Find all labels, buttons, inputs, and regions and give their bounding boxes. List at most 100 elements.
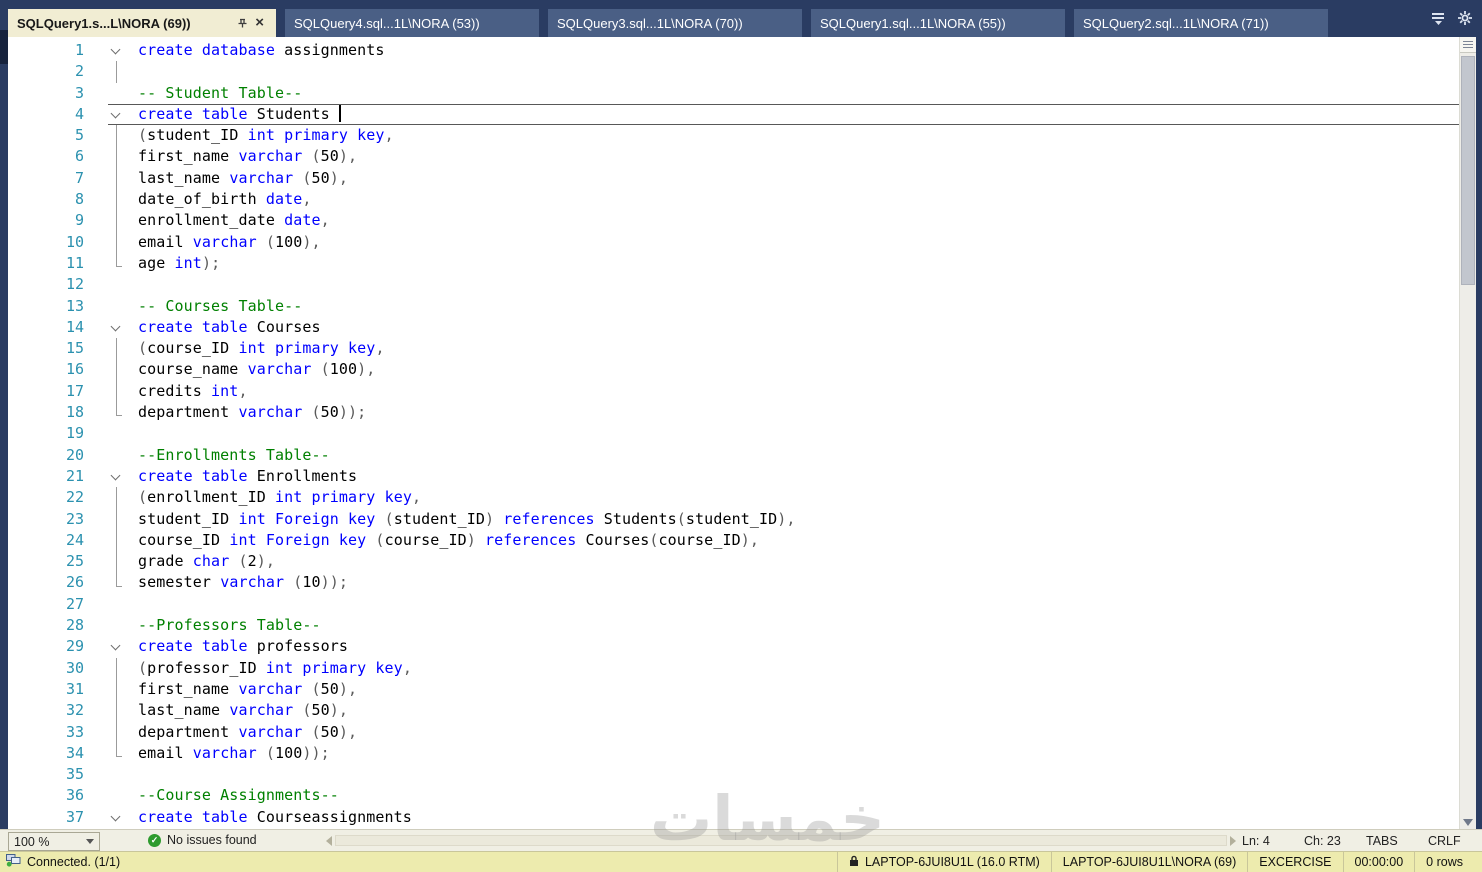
line-number[interactable]: 35: [8, 764, 84, 785]
line-number[interactable]: 5: [8, 125, 84, 146]
fold-collapse-chevron-icon[interactable]: [108, 104, 126, 125]
line-number[interactable]: 27: [8, 594, 84, 615]
line-number[interactable]: 30: [8, 658, 84, 679]
document-tab[interactable]: SQLQuery2.sql...1L\NORA (71)): [1074, 9, 1328, 37]
line-number[interactable]: 16: [8, 359, 84, 380]
line-number[interactable]: 21: [8, 466, 84, 487]
line-number[interactable]: 13: [8, 296, 84, 317]
code-line[interactable]: 12: [8, 274, 1459, 295]
pin-icon[interactable]: [233, 17, 252, 29]
code-line[interactable]: 17 credits int,: [8, 380, 1459, 403]
line-number[interactable]: 32: [8, 700, 84, 721]
code-line[interactable]: 10 email varchar (100),: [8, 231, 1459, 254]
fold-collapse-chevron-icon[interactable]: [108, 317, 126, 338]
code-line[interactable]: 30 (professor_ID int primary key,: [8, 657, 1459, 680]
line-number[interactable]: 1: [8, 40, 84, 61]
document-tab[interactable]: SQLQuery1.sql...1L\NORA (55)): [811, 9, 1065, 37]
line-number[interactable]: 22: [8, 487, 84, 508]
document-tab[interactable]: SQLQuery3.sql...1L\NORA (70)): [548, 9, 802, 37]
line-number[interactable]: 24: [8, 530, 84, 551]
fold-collapse-chevron-icon[interactable]: [108, 636, 126, 657]
line-number[interactable]: 18: [8, 402, 84, 423]
code-line[interactable]: 16 course_name varchar (100),: [8, 359, 1459, 382]
horizontal-scrollbar-track[interactable]: [335, 835, 1227, 846]
code-line[interactable]: 35: [8, 764, 1459, 785]
line-number[interactable]: 10: [8, 232, 84, 253]
document-tab[interactable]: SQLQuery4.sql...1L\NORA (53)): [285, 9, 539, 37]
code-line[interactable]: 33 department varchar (50),: [8, 721, 1459, 744]
line-number[interactable]: 23: [8, 509, 84, 530]
line-number[interactable]: 37: [8, 807, 84, 828]
close-icon[interactable]: ×: [252, 15, 267, 30]
code-line[interactable]: 31 first_name varchar (50),: [8, 678, 1459, 701]
code-line[interactable]: 4 create table Students: [8, 104, 1459, 125]
zoom-dropdown[interactable]: 100 %: [8, 832, 100, 851]
code-line[interactable]: 18 department varchar (50));: [8, 402, 1459, 423]
line-number[interactable]: 6: [8, 146, 84, 167]
vertical-scrollbar[interactable]: [1459, 37, 1476, 829]
document-list-dropdown-icon[interactable]: [1431, 11, 1445, 30]
settings-gear-icon[interactable]: [1458, 11, 1472, 30]
document-tab[interactable]: SQLQuery1.s...L\NORA (69)) ×: [8, 9, 276, 37]
code-area[interactable]: 1 create database assignments 2 3 -- Student…: [8, 37, 1459, 829]
code-line[interactable]: 9 enrollment_date date,: [8, 210, 1459, 232]
line-number[interactable]: 11: [8, 253, 84, 274]
line-number[interactable]: 31: [8, 679, 84, 700]
code-line[interactable]: 6 first_name varchar (50),: [8, 146, 1459, 169]
code-line[interactable]: 7 last_name varchar (50),: [8, 167, 1459, 190]
code-line[interactable]: 1 create database assignments: [8, 40, 1459, 61]
sql-editor[interactable]: 1 create database assignments 2 3 -- Student…: [8, 37, 1476, 829]
line-number[interactable]: 4: [8, 104, 84, 125]
line-number[interactable]: 8: [8, 189, 84, 210]
scroll-down-arrow-icon[interactable]: [1463, 819, 1473, 826]
left-dock-strip[interactable]: [0, 30, 8, 64]
line-number[interactable]: 29: [8, 636, 84, 657]
code-line[interactable]: 22 (enrollment_ID int primary key,: [8, 487, 1459, 509]
scroll-left-arrow-icon[interactable]: [326, 835, 332, 846]
code-line[interactable]: 13 -- Courses Table--: [8, 296, 1459, 317]
code-line[interactable]: 24 course_ID int Foreign key (course_ID) …: [8, 529, 1459, 552]
line-number[interactable]: 34: [8, 743, 84, 764]
line-number[interactable]: 2: [8, 61, 84, 82]
code-line[interactable]: 3 -- Student Table--: [8, 83, 1459, 104]
code-line[interactable]: 34 email varchar (100));: [8, 742, 1459, 764]
line-number[interactable]: 12: [8, 274, 84, 295]
splitter-grip-icon[interactable]: [1460, 37, 1476, 53]
code-line[interactable]: 8 date_of_birth date,: [8, 189, 1459, 211]
code-line[interactable]: 29 create table professors: [8, 636, 1459, 657]
code-line[interactable]: 28 --Professors Table--: [8, 615, 1459, 636]
line-number[interactable]: 26: [8, 572, 84, 593]
code-line[interactable]: 27: [8, 594, 1459, 615]
horizontal-scrollbar[interactable]: [326, 833, 1236, 848]
code-line[interactable]: 19: [8, 423, 1459, 444]
line-number[interactable]: 17: [8, 381, 84, 402]
code-line[interactable]: 25 grade char (2),: [8, 551, 1459, 573]
line-number[interactable]: 25: [8, 551, 84, 572]
code-line[interactable]: 36 --Course Assignments--: [8, 785, 1459, 806]
code-line[interactable]: 32 last_name varchar (50),: [8, 700, 1459, 722]
fold-collapse-chevron-icon[interactable]: [108, 807, 126, 828]
line-number[interactable]: 33: [8, 722, 84, 743]
line-number[interactable]: 20: [8, 445, 84, 466]
code-line[interactable]: 11 age int);: [8, 252, 1459, 274]
code-line[interactable]: 14 create table Courses: [8, 317, 1459, 338]
code-line[interactable]: 37 create table Courseassignments: [8, 807, 1459, 828]
line-number[interactable]: 36: [8, 785, 84, 806]
code-line[interactable]: 26 semester varchar (10));: [8, 572, 1459, 593]
code-line[interactable]: 2: [8, 61, 1459, 83]
code-line[interactable]: 20 --Enrollments Table--: [8, 445, 1459, 466]
line-number[interactable]: 3: [8, 83, 84, 104]
fold-collapse-chevron-icon[interactable]: [108, 466, 126, 487]
code-line[interactable]: 5 (student_ID int primary key,: [8, 125, 1459, 147]
line-number[interactable]: 28: [8, 615, 84, 636]
vertical-scrollbar-thumb[interactable]: [1461, 56, 1475, 285]
fold-collapse-chevron-icon[interactable]: [108, 40, 126, 61]
code-line[interactable]: 15 (course_ID int primary key,: [8, 338, 1459, 360]
line-number[interactable]: 15: [8, 338, 84, 359]
line-number[interactable]: 14: [8, 317, 84, 338]
code-line[interactable]: 23 student_ID int Foreign key (student_ID…: [8, 508, 1459, 531]
line-number[interactable]: 9: [8, 210, 84, 231]
line-number[interactable]: 7: [8, 168, 84, 189]
line-number[interactable]: 19: [8, 423, 84, 444]
code-line[interactable]: 21 create table Enrollments: [8, 466, 1459, 487]
